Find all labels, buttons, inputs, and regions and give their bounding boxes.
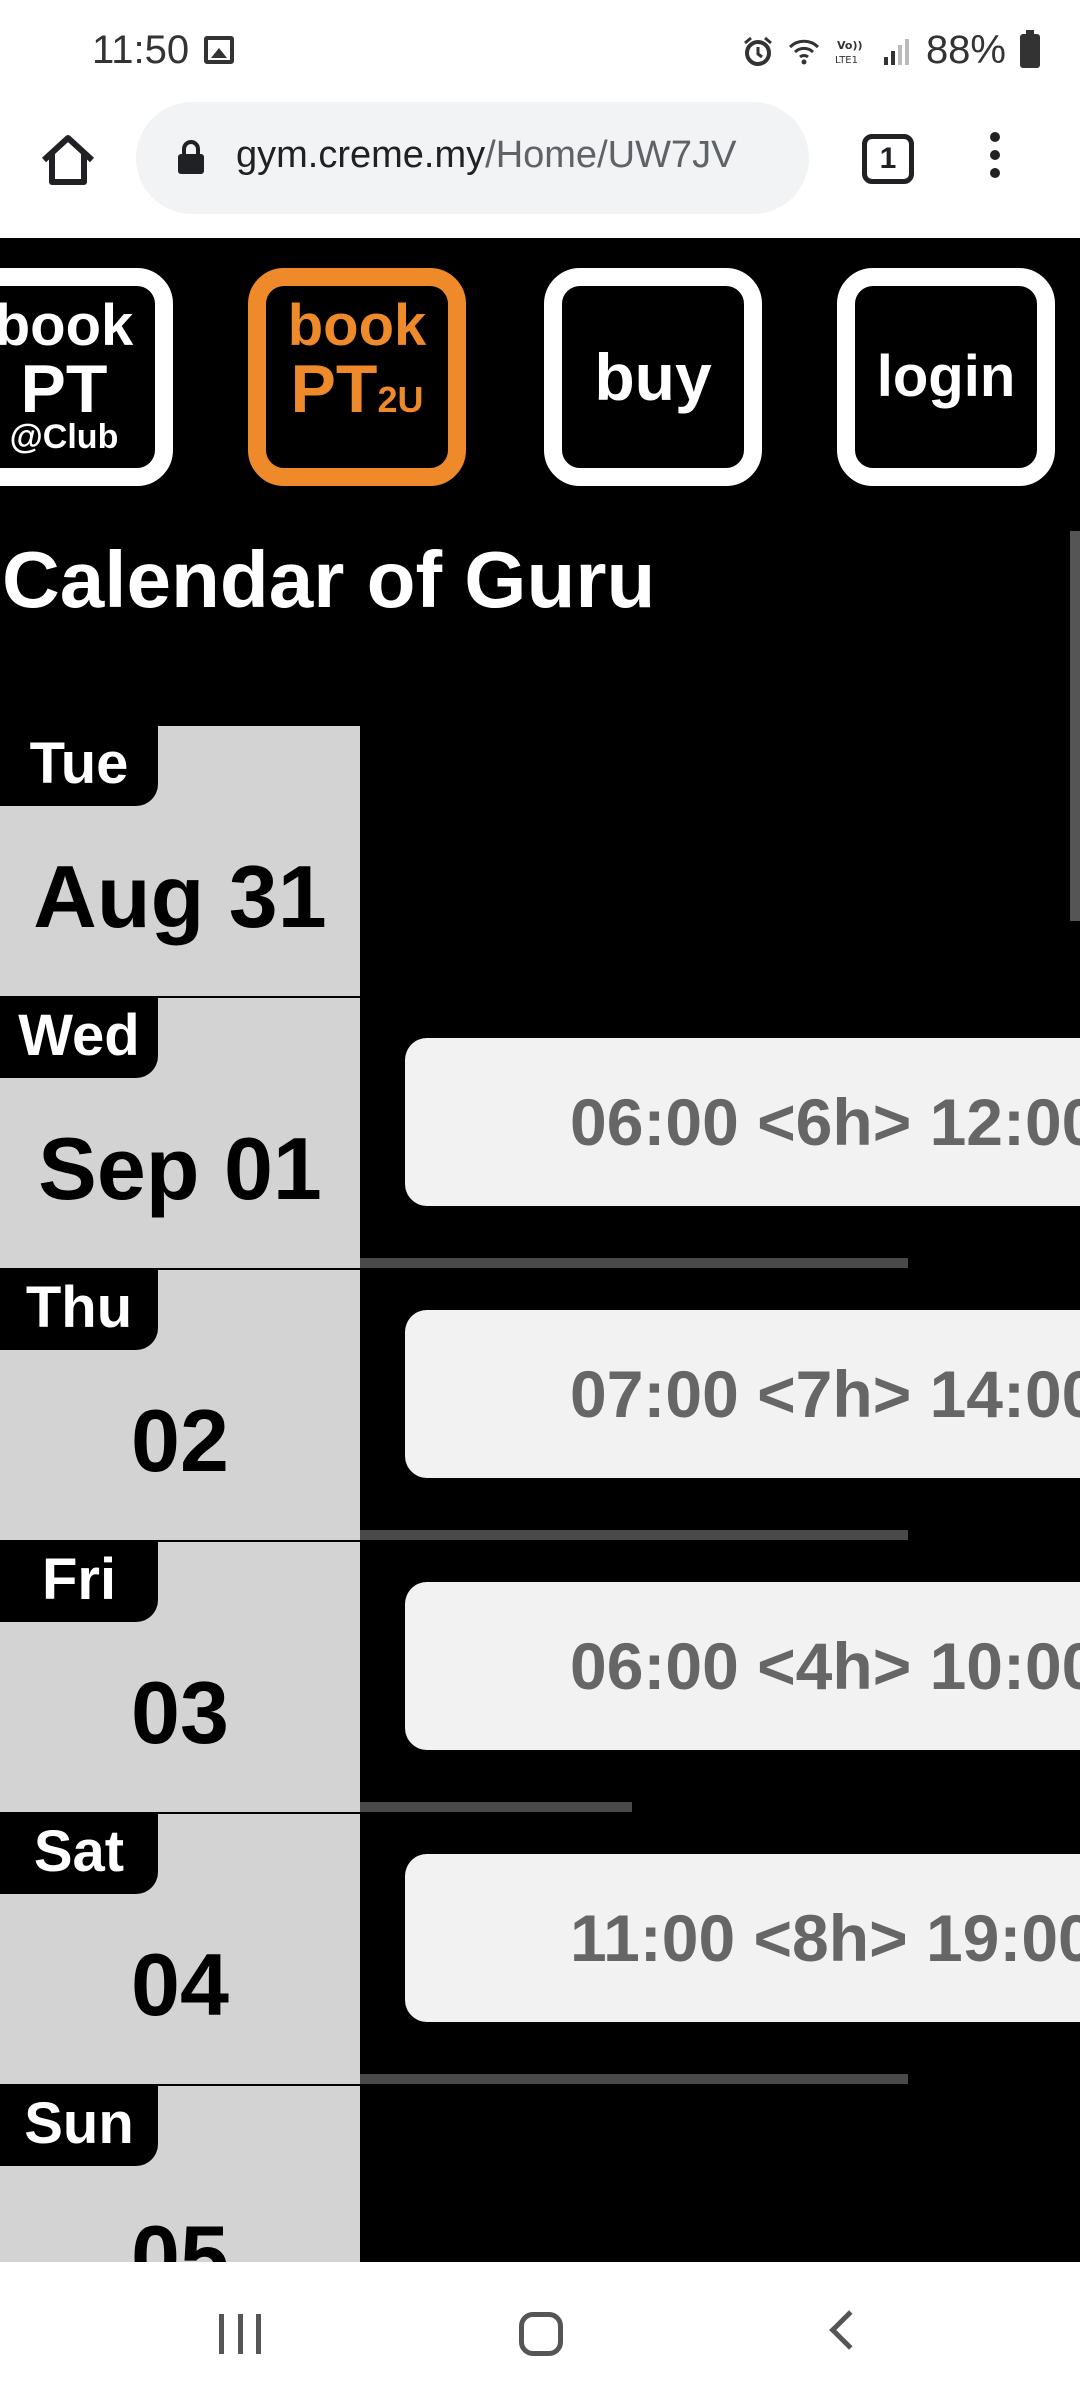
book-pt-2u-button[interactable]: book PT2U xyxy=(248,268,466,486)
slot-duration-bar xyxy=(360,2074,908,2084)
day-date: Sep 01 xyxy=(38,1119,322,1218)
day-row: Sat 04 11:00 <8h> 19:00 xyxy=(0,1814,1080,2086)
day-panel: Wed Sep 01 xyxy=(0,998,360,1270)
slot-duration-bar xyxy=(360,1802,632,1812)
time-slot[interactable]: 11:00 <8h> 19:00 xyxy=(405,1854,1080,2022)
book-pt-club-button[interactable]: book PT @Club xyxy=(0,268,173,486)
day-panel: Tue Aug 31 xyxy=(0,726,360,998)
weekday-tag: Tue xyxy=(0,726,158,806)
day-date: 05 xyxy=(131,2207,229,2262)
time-slot[interactable]: 07:00 <7h> 14:00 xyxy=(405,1310,1080,1478)
url-path: /Home/UW7JV xyxy=(485,134,737,176)
day-row: Tue Aug 31 xyxy=(0,726,1080,998)
book-pt-club-line1: book xyxy=(0,293,134,358)
login-label: login xyxy=(876,344,1016,409)
weekday-tag: Thu xyxy=(0,1270,158,1350)
weekday-tag: Fri xyxy=(0,1542,158,1622)
day-date: 04 xyxy=(131,1935,229,2034)
day-panel: Sun 05 xyxy=(0,2086,360,2262)
gallery-icon xyxy=(204,36,234,64)
weekday-tag: Sat xyxy=(0,1814,158,1894)
battery-percent: 88% xyxy=(925,28,1006,72)
page-content: book PT @Club book PT2U buy login Calend… xyxy=(0,238,1080,2262)
status-time: 11:50 xyxy=(92,28,190,72)
recents-icon[interactable] xyxy=(219,2314,261,2354)
buy-button[interactable]: buy xyxy=(544,268,762,486)
book-pt-2u-line2: PT2U xyxy=(266,355,448,433)
battery-icon xyxy=(1020,29,1040,68)
day-panel: Fri 03 xyxy=(0,1542,360,1814)
day-date: 02 xyxy=(131,1391,229,1490)
wifi-icon xyxy=(788,39,819,64)
back-icon[interactable] xyxy=(829,2310,869,2350)
volte-icon: Vo)) LTE1 xyxy=(835,39,863,66)
alarm-icon xyxy=(743,36,772,66)
login-button[interactable]: login xyxy=(837,268,1055,486)
buy-label: buy xyxy=(594,340,712,414)
page-title: Calendar of Guru xyxy=(2,535,656,624)
weekday-tag: Sun xyxy=(0,2086,158,2166)
svg-text:LTE1: LTE1 xyxy=(835,55,858,66)
day-panel: Sat 04 xyxy=(0,1814,360,2086)
home-nav-icon[interactable] xyxy=(519,2312,563,2356)
status-icons: Vo)) LTE1 88% xyxy=(742,28,1040,73)
day-date: 03 xyxy=(131,1663,229,1762)
day-row: Thu 02 07:00 <7h> 14:00 xyxy=(0,1270,1080,1542)
book-pt-2u-pt: PT xyxy=(290,351,378,427)
url-domain: gym.creme.my xyxy=(236,134,486,176)
time-slot[interactable]: 06:00 <4h> 10:00 xyxy=(405,1582,1080,1750)
tabs-button[interactable]: 1 xyxy=(862,134,914,184)
weekday-tag: Wed xyxy=(0,998,158,1078)
signal-icon xyxy=(883,38,909,65)
more-menu-icon[interactable] xyxy=(985,132,1005,188)
time-slot[interactable]: 06:00 <6h> 12:00 xyxy=(405,1038,1080,1206)
address-bar[interactable]: gym.creme.my/Home/UW7JV xyxy=(136,102,809,214)
day-panel: Thu 02 xyxy=(0,1270,360,1542)
lock-icon xyxy=(178,140,204,174)
day-row: Wed Sep 01 06:00 <6h> 12:00 xyxy=(0,998,1080,1270)
url-text: gym.creme.my/Home/UW7JV xyxy=(236,134,736,177)
home-icon[interactable] xyxy=(36,128,100,192)
svg-text:Vo)): Vo)) xyxy=(837,39,863,52)
slot-duration-bar xyxy=(360,1258,908,1268)
book-pt-club-line3: @Club xyxy=(9,418,119,456)
system-nav-bar xyxy=(0,2262,1080,2400)
book-pt-2u-sub: 2U xyxy=(377,379,424,420)
book-pt-club-line2: PT xyxy=(20,351,108,427)
status-bar: 11:50 Vo)) LTE1 88% xyxy=(0,0,1080,100)
day-row: Sun 05 xyxy=(0,2086,1080,2262)
browser-toolbar: gym.creme.my/Home/UW7JV 1 xyxy=(0,100,1080,238)
book-pt-2u-line1: book xyxy=(287,293,427,358)
day-date: Aug 31 xyxy=(33,847,327,946)
slot-duration-bar xyxy=(360,1530,908,1540)
day-row: Fri 03 06:00 <4h> 10:00 xyxy=(0,1542,1080,1814)
